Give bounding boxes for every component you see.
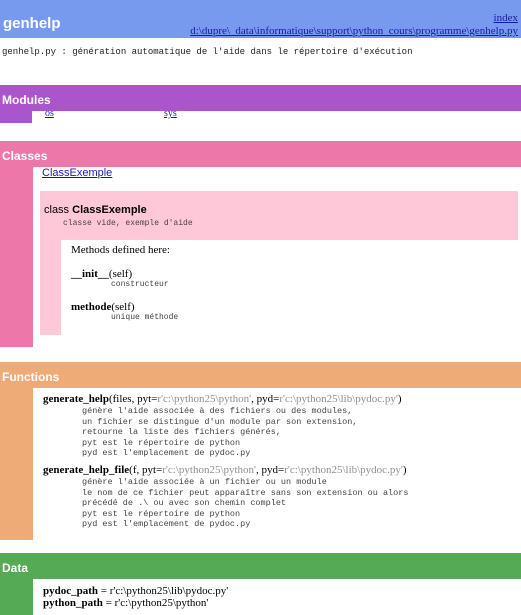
method-signature-methode: methode(self) (71, 301, 135, 313)
doc-line: pyd est l'emplacement de pydoc.py (82, 448, 251, 458)
function-default-value: r'c:\python25\python' (157, 393, 252, 405)
functions-section-header: Functions (0, 362, 521, 388)
method-doc-init: constructeur (111, 280, 169, 289)
doc-line: génère l'aide associée à des fichiers ou… (82, 406, 353, 416)
doc-line: pyd est l'emplacement de pydoc.py (82, 519, 251, 529)
function-args: ) (402, 464, 407, 476)
data-section-title: Data (2, 561, 29, 575)
data-name: python_path (43, 597, 103, 609)
source-path-link[interactable]: d:\dupre\_data\informatique\support\pyth… (190, 25, 518, 37)
modules-section-header: Modules (0, 85, 521, 111)
data-name: pydoc_path (43, 585, 99, 597)
data-value: = r'c:\python25\python' (102, 597, 209, 609)
page-title: genhelp (3, 15, 61, 32)
classes-section-header: Classes (0, 141, 521, 167)
data-item-pydoc-path: pydoc_path = r'c:\python25\lib\pydoc.py' (43, 585, 228, 597)
function-signature-generate-help-file: generate_help_file(f, pyt=r'c:\python25\… (43, 464, 406, 476)
doc-line: le nom de ce fichier peut apparaître san… (82, 487, 409, 498)
doc-line: génère l'aide associée à un fichier ou u… (82, 477, 327, 487)
class-link[interactable]: ClassExemple (42, 167, 112, 179)
doc-line: pyt est le répertoire de python (82, 437, 241, 448)
function-args: , pyd= (256, 464, 285, 476)
modules-side-bar (0, 111, 32, 123)
method-doc-methode: unique méthode (111, 313, 179, 322)
class-inner-bar (40, 240, 61, 335)
data-side-bar (0, 579, 33, 615)
page-header: genhelp index d:\dupre\_data\informatiqu… (0, 0, 521, 38)
index-link[interactable]: index (494, 12, 518, 24)
function-signature-generate-help: generate_help(files, pyt=r'c:\python25\p… (43, 393, 402, 405)
data-item-python-path: python_path = r'c:\python25\python' (43, 597, 208, 609)
function-args: ) (397, 393, 402, 405)
doc-line: retourne la liste des fichiers générés, (82, 427, 281, 437)
data-value: = r'c:\python25\lib\pydoc.py' (98, 585, 229, 597)
method-args: (self) (108, 268, 133, 280)
doc-line: un fichier se distingue d'un module par … (82, 416, 358, 427)
class-docstring: classe vide, exemple d'aide (63, 219, 193, 228)
method-args: (self) (111, 301, 135, 313)
function-args: , pyd= (251, 393, 280, 405)
method-signature-init: __init__(self) (71, 268, 132, 280)
function-default-value: r'c:\python25\lib\pydoc.py' (279, 393, 398, 405)
function-doc-generate-help-file: génère l'aide associée à un fichier ou u… (82, 477, 408, 530)
class-name: ClassExemple (72, 204, 147, 216)
module-link-os[interactable]: os (45, 108, 54, 119)
functions-section-title: Functions (2, 370, 60, 384)
function-args: (f, pyt= (129, 464, 163, 476)
methods-label: Methods defined here: (71, 244, 170, 256)
function-doc-generate-help: génère l'aide associée à des fichiers ou… (82, 406, 357, 459)
doc-line: précédé de .\ ou avec son chemin complet (82, 498, 287, 508)
function-default-value: r'c:\python25\python' (162, 464, 257, 476)
classes-side-bar (0, 167, 33, 347)
data-section-header: Data (0, 553, 521, 579)
function-default-value: r'c:\python25\lib\pydoc.py' (284, 464, 403, 476)
function-name: generate_help (43, 393, 109, 405)
function-args: (files, pyt= (108, 393, 158, 405)
classes-section-title: Classes (2, 149, 48, 163)
module-summary: genhelp.py : génération automatique de l… (2, 47, 413, 57)
functions-side-bar (0, 388, 33, 540)
class-title: class ClassExemple (44, 204, 147, 216)
doc-line: pyt est le répertoire de python (82, 508, 241, 519)
function-name: generate_help_file (43, 464, 130, 476)
method-name: __init__ (71, 268, 109, 280)
module-link-sys[interactable]: sys (164, 108, 177, 119)
modules-section-title: Modules (2, 93, 51, 107)
class-keyword: class (44, 204, 70, 216)
method-name: methode (71, 301, 112, 313)
